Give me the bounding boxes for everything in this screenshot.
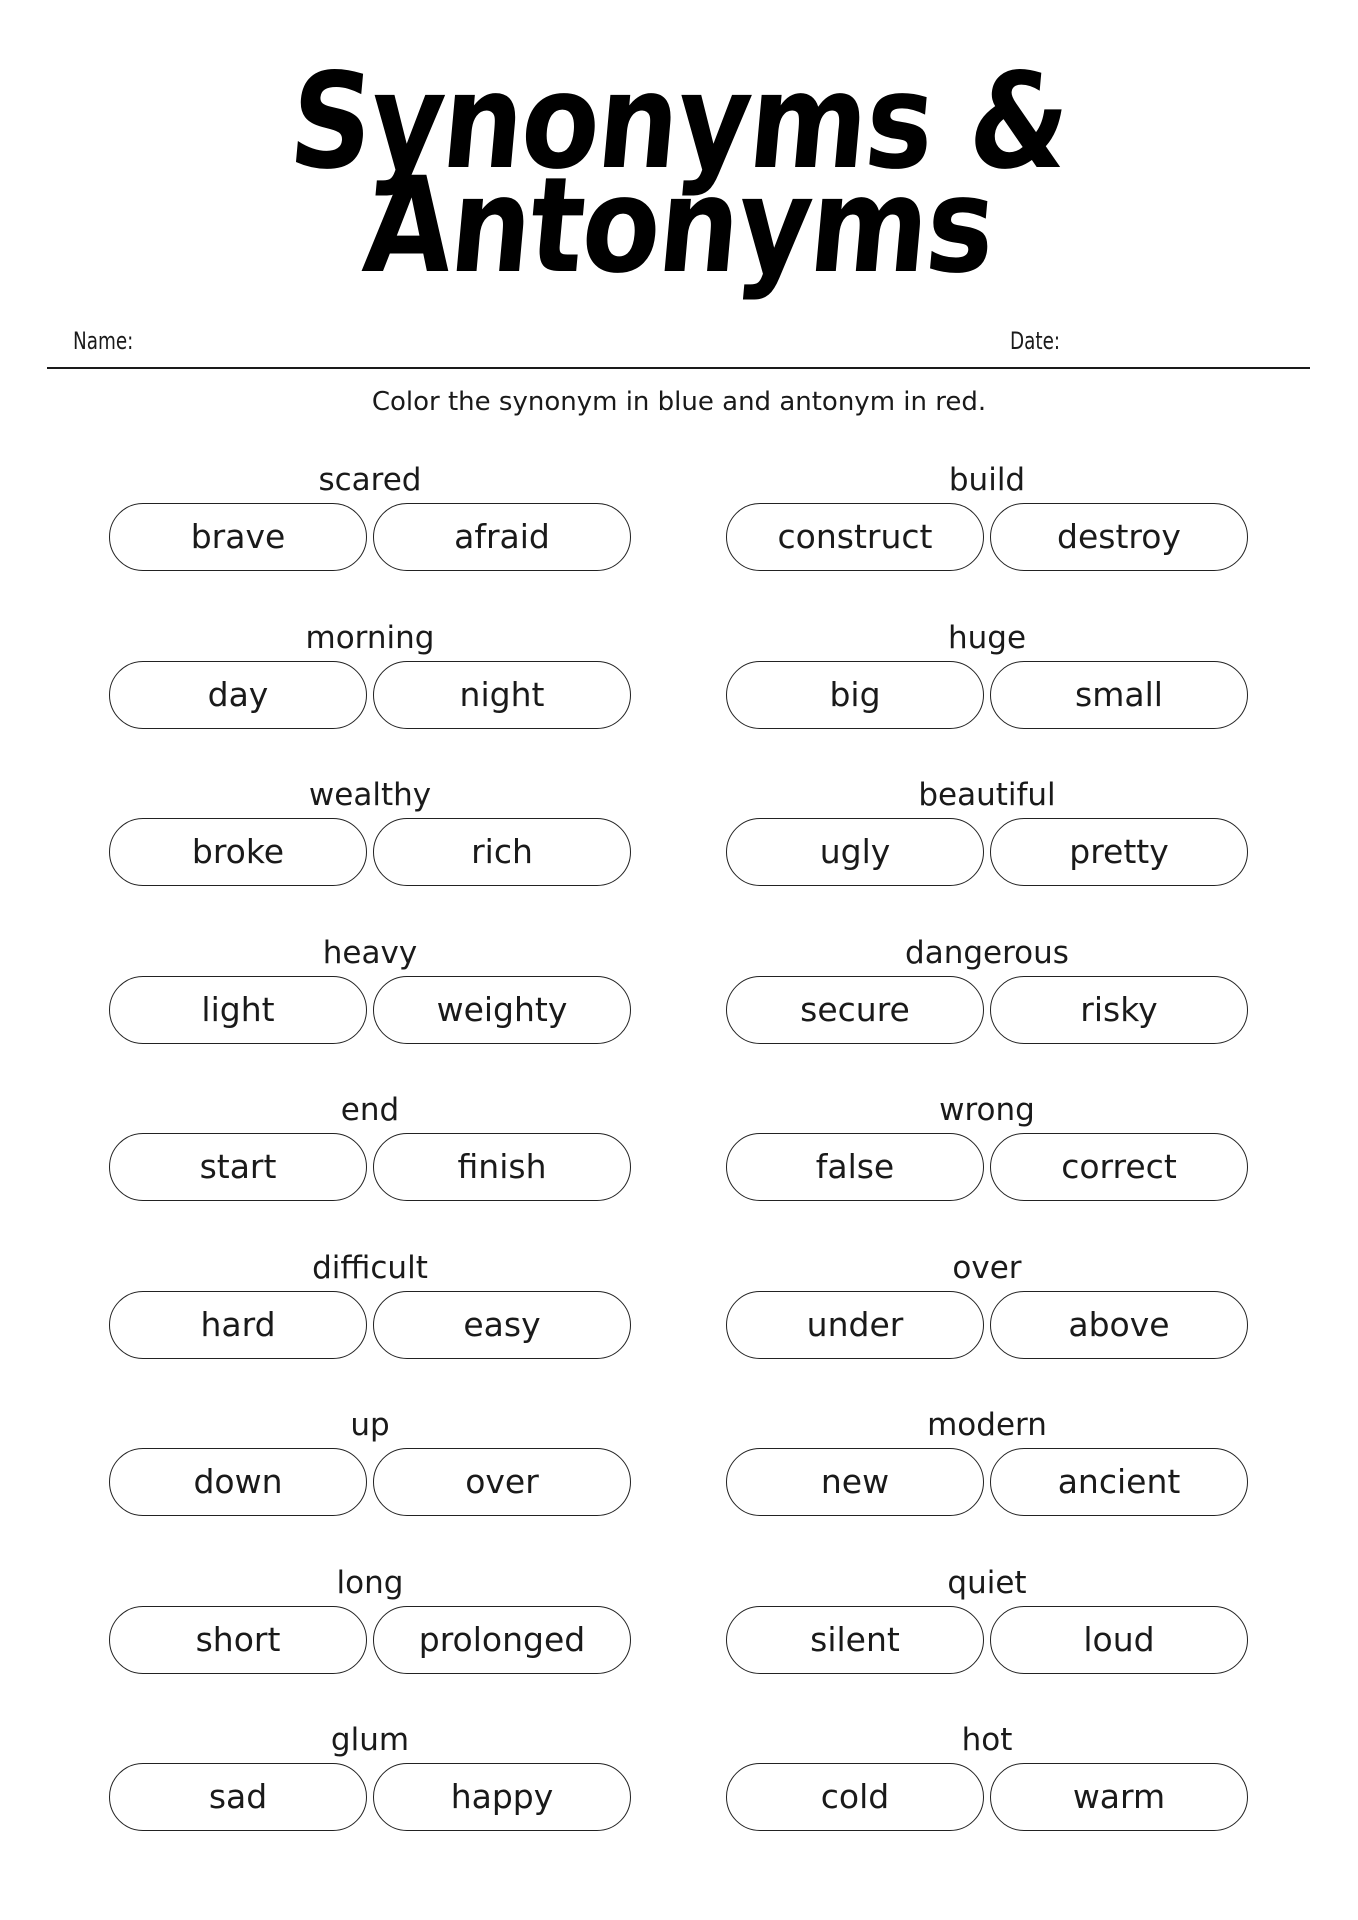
- option-bubble[interactable]: pretty: [990, 818, 1248, 886]
- target-word: long: [336, 1564, 404, 1601]
- target-word: modern: [927, 1407, 1047, 1443]
- target-word: over: [952, 1249, 1022, 1286]
- date-label: Date:: [1010, 327, 1061, 355]
- word-item: huge big small: [726, 618, 1248, 729]
- word-item: quiet silent loud: [726, 1563, 1248, 1674]
- target-word: beautiful: [918, 777, 1056, 813]
- word-item: hot cold warm: [726, 1720, 1248, 1831]
- option-bubble[interactable]: ancient: [990, 1448, 1248, 1516]
- word-item: build construct destroy: [726, 460, 1248, 571]
- word-item: heavy light weighty: [109, 933, 631, 1044]
- target-word: difficult: [312, 1249, 428, 1286]
- option-bubble[interactable]: over: [373, 1448, 631, 1516]
- worksheet-title-line-2: Antonyms: [358, 149, 1000, 303]
- option-bubble[interactable]: above: [990, 1290, 1248, 1359]
- option-bubble[interactable]: secure: [726, 975, 984, 1044]
- option-bubble[interactable]: warm: [990, 1763, 1248, 1831]
- option-bubble[interactable]: short: [109, 1605, 367, 1674]
- option-bubble[interactable]: rich: [373, 818, 631, 886]
- target-word: wrong: [939, 1092, 1035, 1128]
- word-item: difficult hard easy: [109, 1248, 631, 1359]
- option-bubble[interactable]: finish: [373, 1133, 631, 1201]
- target-word: dangerous: [905, 934, 1069, 971]
- option-bubble[interactable]: day: [109, 660, 367, 729]
- target-word: huge: [947, 619, 1027, 656]
- target-word: build: [948, 462, 1026, 498]
- word-item: beautiful ugly pretty: [726, 775, 1248, 886]
- option-bubble[interactable]: sad: [109, 1763, 367, 1831]
- name-label: Name:: [73, 327, 134, 355]
- word-item: glum sad happy: [109, 1720, 631, 1831]
- option-bubble[interactable]: under: [726, 1290, 984, 1359]
- option-bubble[interactable]: new: [726, 1448, 984, 1516]
- option-bubble[interactable]: easy: [373, 1290, 631, 1359]
- word-item: morning day night: [109, 618, 631, 729]
- option-bubble[interactable]: false: [726, 1133, 984, 1201]
- option-bubble[interactable]: hard: [109, 1290, 367, 1359]
- option-bubble[interactable]: destroy: [990, 503, 1248, 571]
- word-item: up down over: [109, 1405, 631, 1516]
- instructions: Color the synonym in blue and antonym in…: [371, 387, 987, 417]
- target-word: glum: [330, 1722, 410, 1758]
- option-bubble[interactable]: big: [726, 660, 984, 729]
- target-word: scared: [318, 462, 422, 498]
- target-word: hot: [961, 1722, 1013, 1758]
- option-bubble[interactable]: risky: [990, 975, 1248, 1044]
- word-item: end start finish: [109, 1090, 631, 1201]
- option-bubble[interactable]: brave: [109, 503, 367, 571]
- option-bubble[interactable]: loud: [990, 1605, 1248, 1674]
- name-date-line: [47, 367, 1310, 369]
- option-bubble[interactable]: weighty: [373, 975, 631, 1044]
- target-word: up: [350, 1407, 390, 1443]
- option-bubble[interactable]: correct: [990, 1133, 1248, 1201]
- word-item: wrong false correct: [726, 1090, 1248, 1201]
- option-bubble[interactable]: light: [109, 975, 367, 1044]
- option-bubble[interactable]: happy: [373, 1763, 631, 1831]
- option-bubble[interactable]: night: [373, 660, 631, 729]
- option-bubble[interactable]: construct: [726, 503, 984, 571]
- option-bubble[interactable]: silent: [726, 1605, 984, 1674]
- word-item: over under above: [726, 1248, 1248, 1359]
- option-bubble[interactable]: afraid: [373, 503, 631, 571]
- option-bubble[interactable]: start: [109, 1133, 367, 1201]
- option-bubble[interactable]: broke: [109, 818, 367, 886]
- option-bubble[interactable]: down: [109, 1448, 367, 1516]
- target-word: quiet: [947, 1564, 1027, 1601]
- word-item: long short prolonged: [109, 1563, 631, 1674]
- target-word: end: [340, 1092, 400, 1128]
- option-bubble[interactable]: cold: [726, 1763, 984, 1831]
- target-word: morning: [305, 619, 435, 656]
- word-item: modern new ancient: [726, 1405, 1248, 1516]
- word-item: scared brave afraid: [109, 460, 631, 571]
- option-bubble[interactable]: small: [990, 660, 1248, 729]
- word-item: wealthy broke rich: [109, 775, 631, 886]
- target-word: heavy: [322, 934, 418, 971]
- option-bubble[interactable]: prolonged: [373, 1605, 631, 1674]
- option-bubble[interactable]: ugly: [726, 818, 984, 886]
- target-word: wealthy: [308, 777, 432, 813]
- word-item: dangerous secure risky: [726, 933, 1248, 1044]
